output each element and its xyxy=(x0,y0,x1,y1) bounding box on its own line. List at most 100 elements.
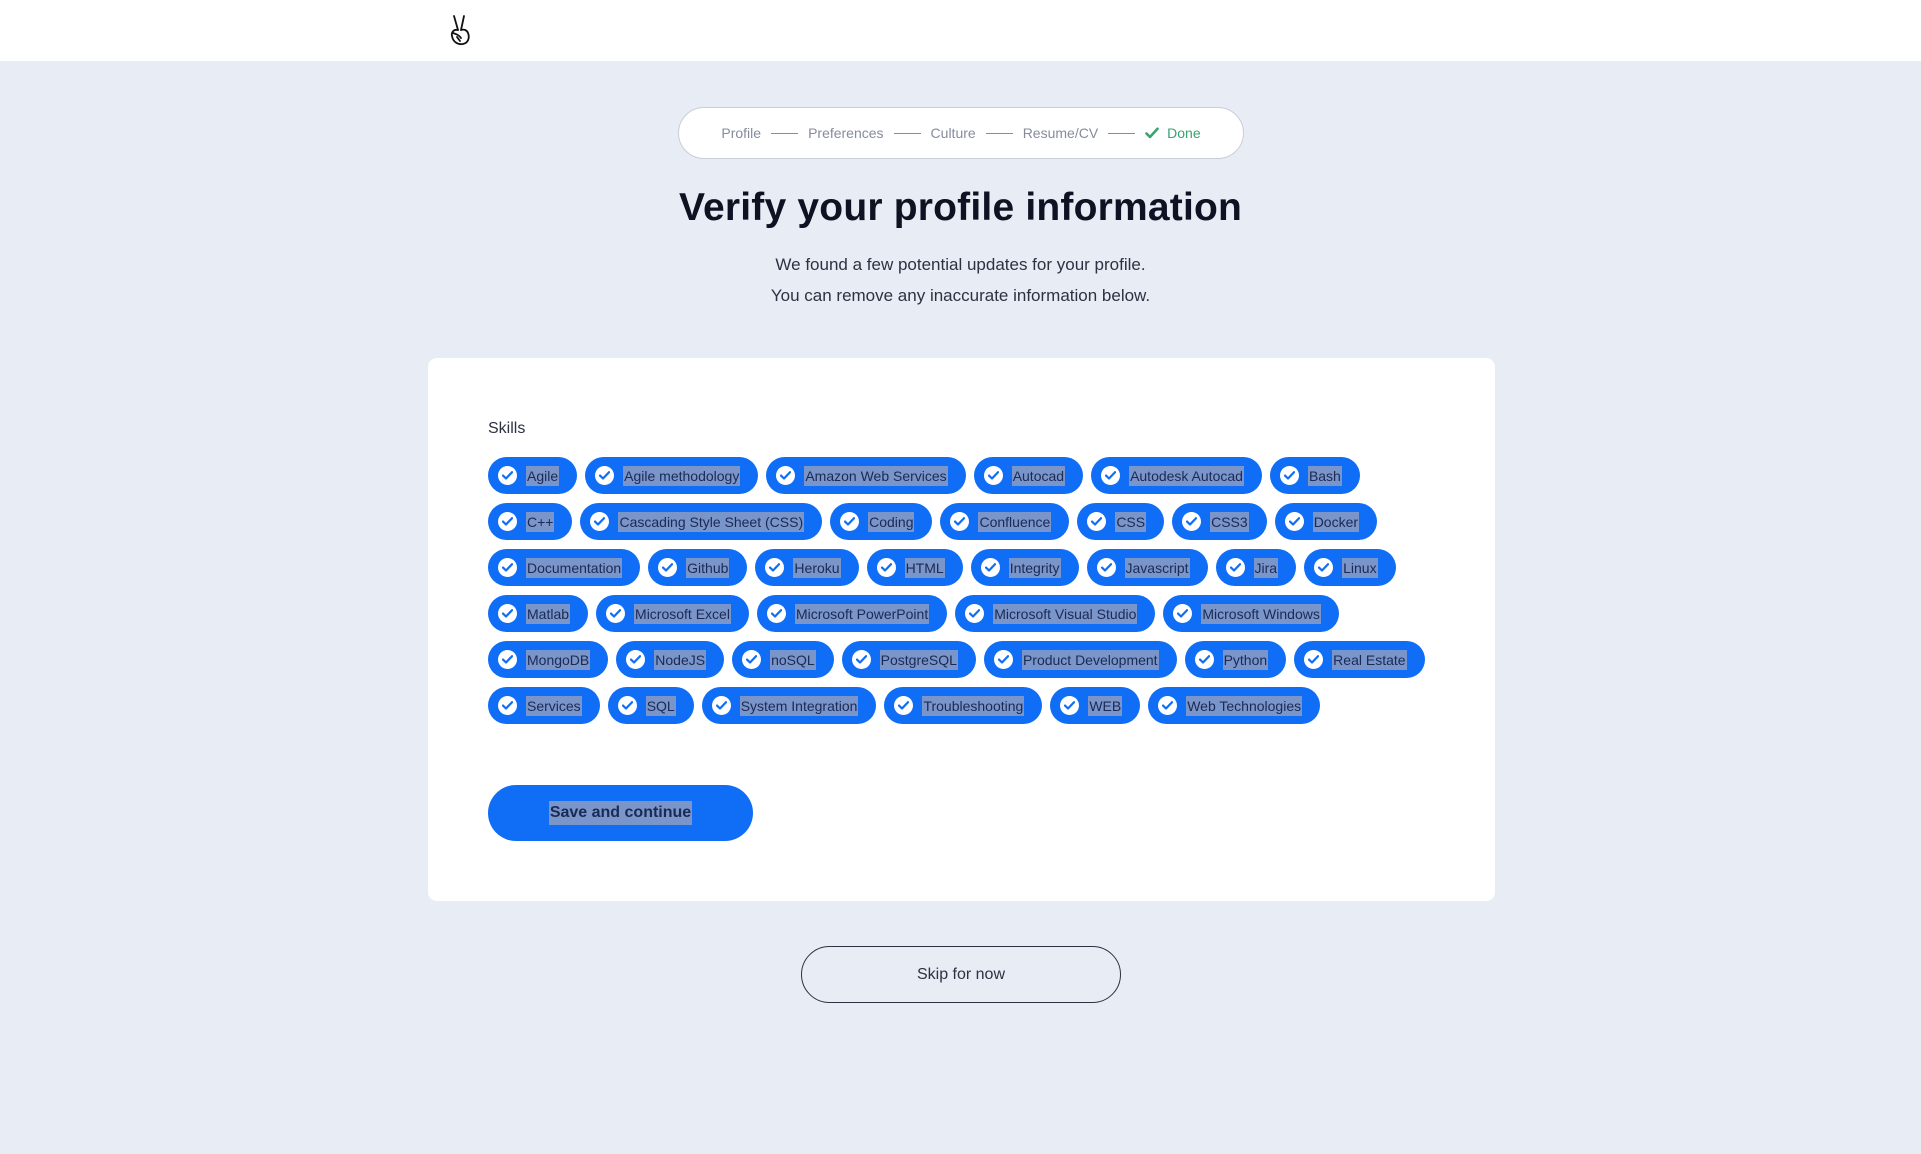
skill-chip-label: Coding xyxy=(868,511,915,532)
skill-chip-label: HTML xyxy=(904,557,945,578)
check-circle-icon xyxy=(617,696,637,715)
check-circle-icon xyxy=(590,512,610,531)
check-circle-icon xyxy=(498,696,517,715)
skill-chip[interactable]: Agile xyxy=(488,457,578,494)
save-and-continue-label: Save and continue xyxy=(548,801,693,825)
skill-chip-label: Agile methodology xyxy=(623,465,741,486)
check-circle-icon xyxy=(840,512,860,531)
skill-chip[interactable]: Agile methodology xyxy=(585,457,759,494)
skill-chip-label: CSS3 xyxy=(1210,511,1249,532)
skill-chip-label: Agile xyxy=(526,465,560,486)
skill-chip[interactable]: Integrity xyxy=(970,549,1079,586)
skill-chip[interactable]: Confluence xyxy=(940,503,1070,540)
skill-chip[interactable]: Services xyxy=(488,687,600,724)
skill-chip-label: Microsoft Windows xyxy=(1201,603,1321,624)
skill-chip[interactable]: MongoDB xyxy=(488,641,609,678)
check-circle-icon xyxy=(965,604,985,623)
step-resume-cv: Resume/CV xyxy=(1022,125,1099,141)
skill-chip[interactable]: Linux xyxy=(1304,549,1396,586)
skill-chip[interactable]: Autocad xyxy=(973,457,1084,494)
step-connector xyxy=(771,132,799,134)
skill-chip[interactable]: Web Technologies xyxy=(1148,687,1321,724)
skill-chip[interactable]: Heroku xyxy=(755,549,859,586)
check-circle-icon xyxy=(765,558,785,577)
skill-chip-label: Bash xyxy=(1307,465,1342,486)
check-circle-icon xyxy=(851,650,871,669)
skills-section-label: Skills xyxy=(488,420,526,437)
check-circle-icon xyxy=(1284,512,1304,531)
skill-chip[interactable]: WEB xyxy=(1050,687,1141,724)
skill-chip[interactable]: C++ xyxy=(488,503,573,540)
step-connector xyxy=(985,132,1013,134)
skill-chip[interactable]: Microsoft Excel xyxy=(596,595,749,632)
skill-chip-label: Real Estate xyxy=(1332,649,1407,670)
skill-chip[interactable]: System Integration xyxy=(701,687,877,724)
check-circle-icon xyxy=(1060,696,1080,715)
skill-chip[interactable]: Autodesk Autocad xyxy=(1091,457,1262,494)
skill-chip[interactable]: Real Estate xyxy=(1294,641,1425,678)
skip-for-now-button[interactable]: Skip for now xyxy=(801,946,1121,1003)
check-circle-icon xyxy=(1182,512,1202,531)
step-preferences: Preferences xyxy=(808,125,884,141)
check-circle-icon xyxy=(1096,558,1116,577)
skill-chip-label: Confluence xyxy=(978,511,1052,532)
skill-chip-label: Docker xyxy=(1312,511,1360,532)
peace-hand-icon[interactable] xyxy=(444,13,474,47)
check-circle-icon xyxy=(1279,466,1299,485)
skill-chip[interactable]: Coding xyxy=(830,503,933,540)
skill-chip[interactable]: Matlab xyxy=(488,595,589,632)
check-circle-icon xyxy=(1225,558,1245,577)
check-circle-icon xyxy=(498,604,517,623)
skill-chip-label: NodeJS xyxy=(654,649,707,670)
skill-chip-label: Github xyxy=(686,557,730,578)
skill-chip-label: MongoDB xyxy=(526,649,591,670)
skill-chip[interactable]: SQL xyxy=(607,687,694,724)
check-circle-icon xyxy=(606,604,626,623)
check-circle-icon xyxy=(876,558,896,577)
check-circle-icon xyxy=(1158,696,1178,715)
skill-chip-label: noSQL xyxy=(770,649,816,670)
skills-chip-list: Agile Agile methodology Amazon Web Service… xyxy=(488,457,1448,724)
skill-chip[interactable]: Bash xyxy=(1269,457,1360,494)
skill-chip-label: PostgreSQL xyxy=(879,649,958,670)
check-circle-icon xyxy=(1101,466,1121,485)
step-profile: Profile xyxy=(721,125,762,141)
check-circle-icon xyxy=(894,696,914,715)
skill-chip[interactable]: Jira xyxy=(1215,549,1297,586)
skill-chip-label: Microsoft PowerPoint xyxy=(794,603,930,624)
check-circle-icon xyxy=(658,558,678,577)
skill-chip-label: Amazon Web Services xyxy=(804,465,948,486)
skill-chip[interactable]: NodeJS xyxy=(616,641,725,678)
skill-chip[interactable]: HTML xyxy=(866,549,963,586)
check-circle-icon xyxy=(711,696,731,715)
check-circle-icon xyxy=(498,650,517,669)
save-and-continue-button[interactable]: Save and continue xyxy=(488,785,753,841)
skill-chip-label: Matlab xyxy=(526,603,571,624)
skill-chip[interactable]: Troubleshooting xyxy=(884,687,1043,724)
skill-chip-label: WEB xyxy=(1088,695,1123,716)
skill-chip[interactable]: Microsoft PowerPoint xyxy=(756,595,948,632)
check-circle-icon xyxy=(1087,512,1107,531)
check-circle-icon xyxy=(1314,558,1334,577)
skill-chip[interactable]: noSQL xyxy=(732,641,834,678)
skill-chip[interactable]: Github xyxy=(648,549,748,586)
skill-chip-label: Javascript xyxy=(1124,557,1190,578)
skill-chip[interactable]: Python xyxy=(1184,641,1287,678)
skill-chip-label: Autodesk Autocad xyxy=(1129,465,1244,486)
skill-chip[interactable]: CSS3 xyxy=(1172,503,1267,540)
skill-chip[interactable]: Javascript xyxy=(1086,549,1208,586)
skill-chip[interactable]: Cascading Style Sheet (CSS) xyxy=(580,503,823,540)
skill-chip[interactable]: CSS xyxy=(1077,503,1165,540)
skill-chip[interactable]: Product Development xyxy=(983,641,1177,678)
skill-chip[interactable]: PostgreSQL xyxy=(841,641,976,678)
skill-chip[interactable]: Documentation xyxy=(488,549,641,586)
skill-chip-label: C++ xyxy=(526,511,555,532)
skill-chip[interactable]: Microsoft Windows xyxy=(1163,595,1339,632)
onboarding-stepper: Profile Preferences Culture Resume/CV Do… xyxy=(678,107,1244,159)
skill-chip-label: CSS xyxy=(1115,511,1147,532)
page-subtitle-line-1: We found a few potential updates for you… xyxy=(775,255,1146,274)
skill-chip[interactable]: Docker xyxy=(1274,503,1378,540)
check-circle-icon xyxy=(983,466,1003,485)
skill-chip[interactable]: Amazon Web Services xyxy=(766,457,966,494)
skill-chip[interactable]: Microsoft Visual Studio xyxy=(955,595,1156,632)
